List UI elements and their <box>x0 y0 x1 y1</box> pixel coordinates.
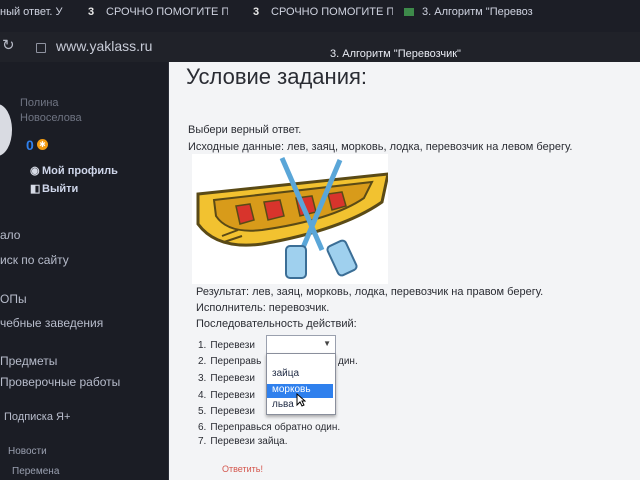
step-6-num: 6. <box>198 422 207 433</box>
option-lva[interactable]: льва <box>272 399 294 410</box>
step-1: 1. Перевези <box>198 340 255 351</box>
step-1-num: 1. <box>198 340 207 351</box>
step-3-text: Перевези <box>210 373 255 384</box>
boat-illustration <box>196 157 390 279</box>
coin-icon: ✱ <box>37 139 48 150</box>
result-text: Результат: лев, заяц, морковь, лодка, пе… <box>196 286 544 298</box>
step-2-text: Переправь <box>210 356 262 367</box>
tab-tooltip: 3. Алгоритм "Перевозчик" <box>330 48 461 60</box>
step-6-text: Переправься обратно один. <box>210 422 341 433</box>
step-4-num: 4. <box>198 390 207 401</box>
browser-tab-bar: ный ответ. У 3 СРОЧНО ПОМОГИТЕ ПО 3 СРОЧНО… <box>0 0 640 32</box>
chevron-down-icon: ▼ <box>323 339 331 348</box>
logout-icon: ◧ <box>30 183 41 195</box>
points-count: 0 <box>26 137 34 153</box>
tab-3[interactable]: 3 СРОЧНО ПОМОГИТЕ ПР <box>253 6 393 28</box>
tab-1-label: ный ответ. У <box>0 6 63 18</box>
step-7-num: 7. <box>198 436 207 447</box>
tab-4-label: 3. Алгоритм "Перевоз <box>422 6 533 18</box>
mouse-cursor-icon <box>296 392 307 412</box>
option-zaitsa[interactable]: зайца <box>272 368 299 379</box>
logout-link[interactable]: ◧ Выйти <box>30 182 78 195</box>
lock-icon <box>36 43 46 53</box>
step-5-text: Перевези <box>210 406 255 417</box>
user-first-name: Полина <box>20 97 59 109</box>
step-3: 3. Перевези <box>198 373 255 384</box>
step-2: 2. Переправь <box>198 356 261 367</box>
logout-label: Выйти <box>42 183 79 195</box>
tab-4-favicon-icon <box>404 8 414 17</box>
page-title: Условие задания: <box>186 64 368 89</box>
step-1-select[interactable]: ▼ <box>266 335 336 355</box>
sidebar-item-subscription[interactable]: Подписка Я+ <box>4 411 70 423</box>
step-5: 5. Перевези <box>198 406 255 417</box>
sidebar-item-news[interactable]: Новости <box>8 446 47 457</box>
tab-3-favicon-icon: 3 <box>253 6 260 18</box>
tab-3-label: СРОЧНО ПОМОГИТЕ ПР <box>271 6 393 18</box>
sidebar-item-subjects[interactable]: Предметы <box>0 354 57 368</box>
step-2-num: 2. <box>198 356 207 367</box>
sidebar-item-home[interactable]: ало <box>0 228 20 242</box>
user-last-name: Новоселова <box>20 112 82 124</box>
instruction-text: Выбери верный ответ. <box>188 124 302 136</box>
answer-button[interactable]: Ответить! <box>222 464 263 474</box>
reload-icon[interactable]: ↻ <box>2 36 15 54</box>
url-field[interactable]: www.yaklass.ru <box>56 38 152 54</box>
profile-link[interactable]: ◉ Мой профиль <box>30 164 118 177</box>
sidebar-item-schools[interactable]: чебные заведения <box>0 316 103 330</box>
sidebar-item-vpr[interactable]: ОПы <box>0 292 27 306</box>
sequence-label: Последовательность действий: <box>196 318 357 330</box>
tab-4[interactable]: 3. Алгоритм "Перевоз <box>404 6 534 28</box>
step-1-text: Перевези <box>210 340 255 351</box>
source-data-text: Исходные данные: лев, заяц, морковь, лод… <box>188 141 573 153</box>
sidebar-item-tests[interactable]: Проверочные работы <box>0 375 120 389</box>
step-7: 7. Перевези зайца. <box>198 436 288 447</box>
tab-2-favicon-icon: 3 <box>88 6 95 18</box>
tab-1[interactable]: ный ответ. У <box>0 6 66 28</box>
user-icon: ◉ <box>30 165 40 177</box>
boat-image <box>192 154 390 284</box>
tab-2-label: СРОЧНО ПОМОГИТЕ ПО <box>106 6 228 18</box>
profile-label: Мой профиль <box>42 165 118 177</box>
step-4: 4. Перевези <box>198 390 255 401</box>
step-3-num: 3. <box>198 373 207 384</box>
sidebar-item-break[interactable]: Перемена <box>12 466 59 477</box>
step-4-text: Перевези <box>210 390 255 401</box>
step-2-tail: дин. <box>338 356 358 367</box>
step-6: 6. Переправься обратно один. <box>198 422 340 433</box>
tab-2[interactable]: 3 СРОЧНО ПОМОГИТЕ ПО <box>88 6 228 28</box>
step-7-text: Перевези зайца. <box>210 436 288 447</box>
sidebar-item-search[interactable]: иск по сайту <box>0 253 69 267</box>
executor-text: Исполнитель: перевозчик. <box>196 302 330 314</box>
step-5-num: 5. <box>198 406 207 417</box>
